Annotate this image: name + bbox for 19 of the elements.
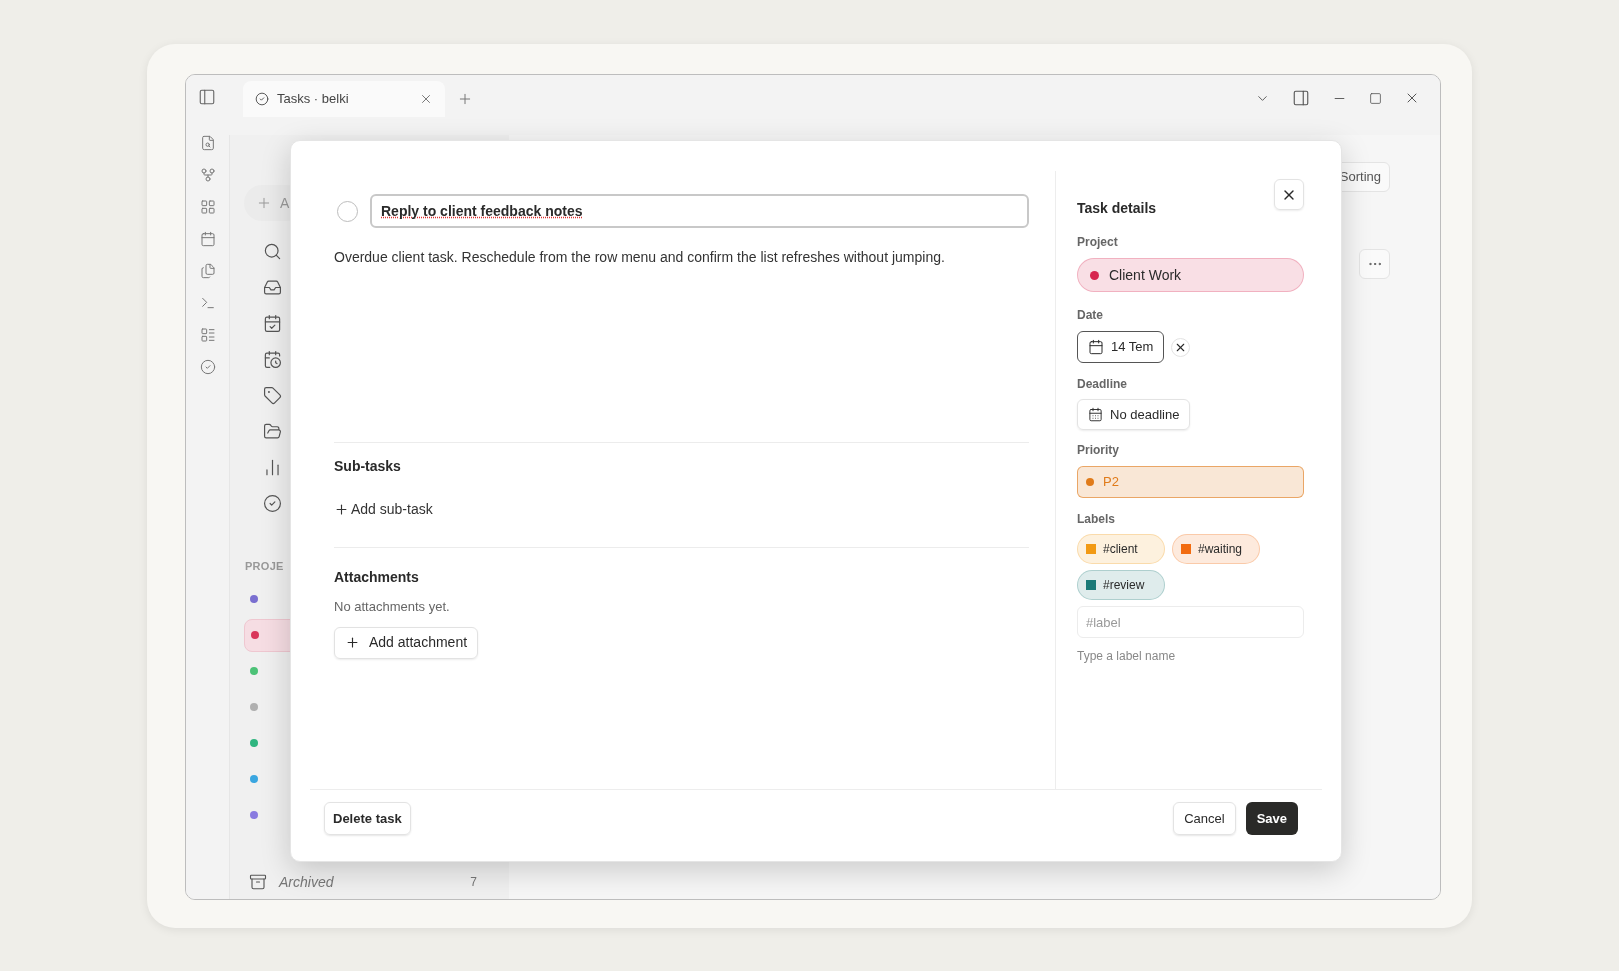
field-label: Priority [1077, 442, 1120, 459]
field-label: Project [1077, 234, 1119, 251]
project-name: Client Work [1109, 265, 1182, 285]
panel-title: Task details [1077, 199, 1158, 218]
subtasks-heading: Sub-tasks [334, 457, 402, 476]
field-label: Date [1077, 307, 1104, 324]
tab-title: Tasks · belki [277, 90, 350, 109]
label-name: #review [1103, 577, 1145, 594]
task-description: Overdue client task. Reschedule from the row menu and confirm the list refreshes without jumping. [334, 248, 946, 267]
attachments-heading: Attachments [334, 568, 420, 587]
label-name: #client [1103, 541, 1138, 558]
field-label: Deadline [1077, 376, 1128, 393]
label-hint: Type a label name [1077, 648, 1177, 665]
archived-count: 7 [470, 874, 477, 891]
priority-value: P2 [1103, 473, 1119, 492]
section-label: PROJE [244, 559, 284, 574]
field-label: Labels [1077, 511, 1116, 528]
attachments-empty-text: No attachments yet. [334, 598, 451, 616]
label-name: #waiting [1198, 541, 1243, 558]
